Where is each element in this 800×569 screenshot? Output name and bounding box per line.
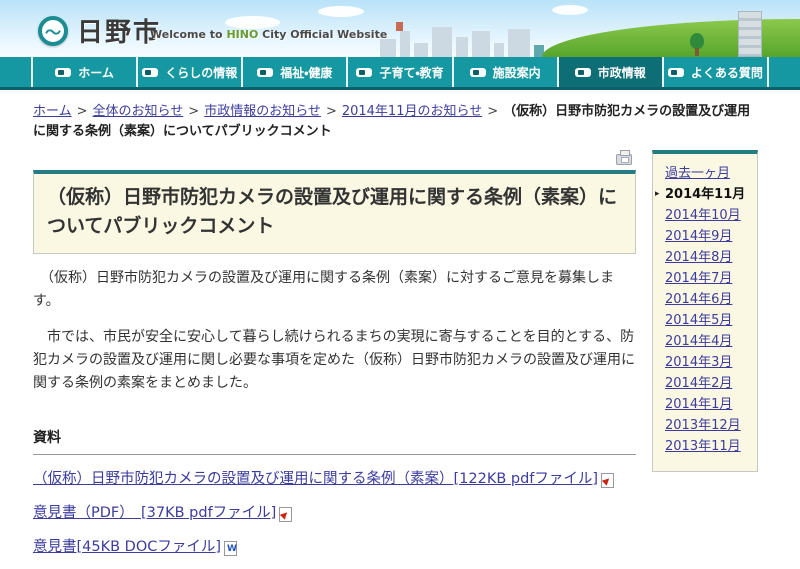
tree-icon (690, 33, 704, 49)
city-silhouette (380, 39, 396, 57)
body-paragraph: （仮称）日野市防犯カメラの設置及び運用に関する条例（素案）に対するご意見を募集し… (33, 269, 614, 309)
doc-icon (224, 541, 238, 557)
global-nav: ホーム くらしの情報 福祉・健康 子育て・教育 施設案内 市政情報 よくある質問 (0, 57, 800, 90)
city-silhouette (396, 22, 403, 31)
sidebar-month-link[interactable]: 2014年10月 (665, 205, 749, 226)
body-paragraph: 市では、市民が安全に安心して暮らし続けられるまちの実現に寄与することを目的とする… (33, 329, 635, 392)
breadcrumb-item: ホーム > (33, 104, 93, 119)
site-logo[interactable]: ～ 日野市 (38, 12, 161, 49)
breadcrumb-separator: > (487, 104, 499, 119)
sidebar-month-link[interactable]: 2014年8月 (665, 247, 749, 268)
nav-item[interactable]: くらしの情報 (136, 57, 242, 87)
attachment-row: 意見書[45KB DOCファイル] (33, 535, 636, 557)
breadcrumb-item: 2014年11月のお知らせ > (342, 104, 503, 119)
sidebar-month-link[interactable]: 2014年1月 (665, 394, 749, 415)
breadcrumb-link[interactable]: 2014年11月のお知らせ (342, 104, 482, 119)
nav-item-label: 子育て・教育 (379, 65, 444, 80)
breadcrumb-separator: > (76, 104, 88, 119)
page-title: （仮称）日野市防犯カメラの設置及び運用に関する条例（素案）についてパブリックコメ… (33, 170, 636, 254)
attachment-row: 意見書（PDF） [37KB pdfファイル] (33, 501, 636, 523)
city-silhouette (432, 27, 452, 57)
attachment-link[interactable]: 意見書（PDF） [37KB pdfファイル] (33, 501, 293, 523)
pdf-icon (279, 507, 293, 523)
cloud-shape (552, 5, 588, 15)
attachment-label: 意見書（PDF） [37KB pdfファイル] (33, 505, 277, 522)
attachment-label: 意見書[45KB DOCファイル] (33, 539, 222, 556)
nav-arrow-icon (55, 67, 72, 77)
nav-item-label: 市政情報 (597, 65, 646, 80)
welcome-post: City Official Website (258, 28, 388, 41)
nav-item-label: よくある質問 (690, 65, 763, 80)
attachments-heading: 資料 (33, 430, 61, 447)
nav-arrow-icon (574, 67, 591, 77)
nav-item-label: 施設案内 (492, 65, 541, 80)
city-silhouette (508, 29, 530, 57)
sidebar-current-month: ▸ 2014年11月 (655, 184, 749, 205)
site-name: 日野市 (77, 18, 162, 48)
welcome-hino: HINO (226, 28, 259, 41)
cloud-shape (318, 6, 364, 17)
sidebar-month-link[interactable]: 2014年3月 (665, 352, 749, 373)
attachment-label: （仮称）日野市防犯カメラの設置及び運用に関する条例（素案）[122KB pdfフ… (33, 471, 599, 488)
pdf-icon (601, 473, 615, 489)
current-month-marker-icon: ▸ (655, 189, 660, 199)
sidebar-month-link[interactable]: 2014年2月 (665, 373, 749, 394)
city-silhouette (494, 43, 504, 57)
breadcrumb-separator: > (325, 104, 337, 119)
sidebar-month-link[interactable]: 2014年7月 (665, 268, 749, 289)
nav-item-label: 福祉・健康 (280, 65, 333, 80)
sidebar-month-link[interactable]: 2014年4月 (665, 331, 749, 352)
sidebar-month-link[interactable]: 2013年12月 (665, 415, 749, 436)
current-month-label: 2014年11月 (665, 187, 746, 202)
building-icon (738, 11, 762, 57)
print-row (33, 150, 636, 168)
attachment-link[interactable]: 意見書[45KB DOCファイル] (33, 535, 238, 557)
nav-item[interactable]: ホーム (31, 57, 137, 87)
nav-item[interactable]: 施設案内 (451, 57, 557, 87)
content-area: （仮称）日野市防犯カメラの設置及び運用に関する条例（素案）についてパブリックコメ… (33, 150, 758, 569)
breadcrumb-link[interactable]: ホーム (33, 104, 72, 119)
nav-arrow-icon (667, 67, 684, 77)
nav-arrow-icon (356, 67, 373, 77)
city-silhouette (472, 31, 490, 57)
nav-item[interactable]: 子育て・教育 (346, 57, 452, 87)
breadcrumb-item: 全体のお知らせ > (93, 104, 205, 119)
main-column: （仮称）日野市防犯カメラの設置及び運用に関する条例（素案）についてパブリックコメ… (33, 150, 636, 569)
nav-item[interactable]: 市政情報 (556, 57, 662, 87)
attachment-row: （仮称）日野市防犯カメラの設置及び運用に関する条例（素案）[122KB pdfフ… (33, 467, 636, 489)
city-silhouette (400, 31, 410, 57)
nav-arrow-icon (142, 67, 159, 77)
nav-item[interactable]: よくある質問 (661, 57, 769, 87)
sidebar-month-link[interactable]: 2014年9月 (665, 226, 749, 247)
attachment-link[interactable]: （仮称）日野市防犯カメラの設置及び運用に関する条例（素案）[122KB pdfフ… (33, 467, 615, 489)
city-silhouette (456, 37, 468, 57)
sidebar-month-link[interactable]: 2013年11月 (665, 436, 749, 457)
printer-icon[interactable] (616, 150, 632, 165)
hino-logo-icon: ～ (38, 15, 68, 46)
tree-icon (695, 48, 699, 56)
sidebar-month-link[interactable]: 2014年6月 (665, 289, 749, 310)
nav-item[interactable]: 福祉・健康 (241, 57, 347, 87)
nav-item-label: ホーム (78, 65, 114, 80)
breadcrumb-link[interactable]: 市政情報のお知らせ (204, 104, 321, 119)
nav-arrow-icon (469, 67, 486, 77)
breadcrumb-link[interactable]: 全体のお知らせ (93, 104, 184, 119)
month-archive-sidebar: 過去一ヶ月 ▸ 2014年11月 2014年10月 2014年9月 2014年8月… (652, 150, 758, 472)
site-header: ～ 日野市 Welcome to HINO City Official Webs… (0, 0, 800, 57)
breadcrumb-separator: > (188, 104, 200, 119)
breadcrumb-item: 市政情報のお知らせ > (204, 104, 342, 119)
sidebar-past-month-link[interactable]: 過去一ヶ月 (665, 163, 749, 184)
nav-item-label: くらしの情報 (165, 65, 238, 80)
breadcrumb: ホーム > 全体のお知らせ > 市政情報のお知らせ >2014年11月のお知らせ > （仮称）… (0, 90, 800, 142)
welcome-tagline: Welcome to HINO City Official Website (150, 28, 387, 41)
city-silhouette (414, 43, 428, 57)
welcome-pre: Welcome to (150, 28, 227, 41)
divider (33, 454, 636, 456)
sidebar-month-link[interactable]: 2014年5月 (665, 310, 749, 331)
nav-arrow-icon (257, 67, 274, 77)
